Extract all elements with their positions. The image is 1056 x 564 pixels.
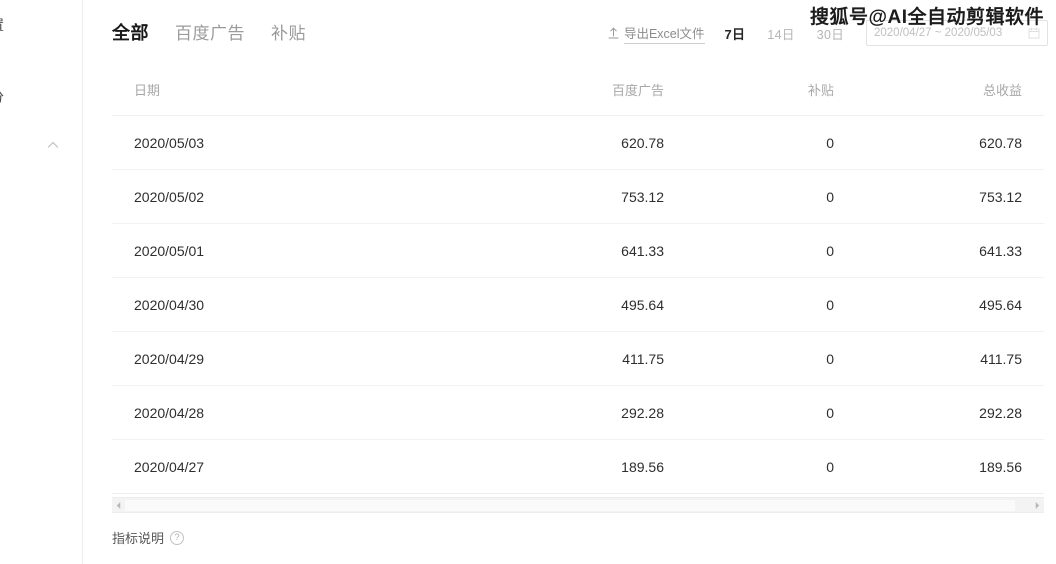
- sidebar-item-label: 号设置: [0, 17, 4, 33]
- cell-total-revenue: 641.33: [872, 224, 1044, 278]
- cell-total-revenue: 620.78: [872, 116, 1044, 170]
- cell-date: 2020/05/03: [112, 116, 452, 170]
- earnings-table-container: 日期 百度广告 补贴 总收益 2020/05/03620.780620.7820…: [112, 62, 1044, 494]
- scrollbar-thumb[interactable]: [125, 500, 1015, 511]
- date-range-picker[interactable]: 2020/04/27 ~ 2020/05/03: [866, 20, 1048, 46]
- cell-date: 2020/05/02: [112, 170, 452, 224]
- cell-baidu-ads: 753.12: [452, 170, 692, 224]
- table-head: 日期 百度广告 补贴 总收益: [112, 62, 1044, 116]
- table-body: 2020/05/03620.780620.782020/05/02753.120…: [112, 116, 1044, 494]
- calendar-icon: [1028, 27, 1040, 39]
- cell-baidu-ads: 189.56: [452, 440, 692, 494]
- cell-date: 2020/05/01: [112, 224, 452, 278]
- cell-baidu-ads: 620.78: [452, 116, 692, 170]
- sidebar-item-3[interactable]: 配置: [0, 177, 80, 195]
- tab-subsidy[interactable]: 补贴: [271, 19, 306, 44]
- cell-date: 2020/04/30: [112, 278, 452, 332]
- table-header-row: 日期 百度广告 补贴 总收益: [112, 62, 1044, 116]
- tab-bar: 全部 百度广告 补贴: [112, 19, 306, 45]
- cell-baidu-ads: 641.33: [452, 224, 692, 278]
- range-14-days[interactable]: 14日: [767, 24, 794, 43]
- cell-total-revenue: 495.64: [872, 278, 1044, 332]
- tab-all[interactable]: 全部: [112, 19, 149, 45]
- sidebar-item-0[interactable]: 号设置: [0, 16, 80, 34]
- horizontal-scrollbar[interactable]: [112, 497, 1044, 513]
- cell-subsidy: 0: [692, 170, 872, 224]
- earnings-table: 日期 百度广告 补贴 总收益 2020/05/03620.780620.7820…: [112, 62, 1044, 494]
- footer: 指标说明 ?: [112, 528, 184, 547]
- column-header-total-revenue[interactable]: 总收益: [872, 62, 1044, 116]
- cell-subsidy: 0: [692, 116, 872, 170]
- table-row: 2020/04/27189.560189.56: [112, 440, 1044, 494]
- cell-baidu-ads: 495.64: [452, 278, 692, 332]
- table-row: 2020/05/03620.780620.78: [112, 116, 1044, 170]
- table-row: 2020/04/29411.750411.75: [112, 332, 1044, 386]
- scroll-left-arrow-icon[interactable]: [112, 497, 125, 513]
- column-header-baidu-ads[interactable]: 百度广告: [452, 62, 692, 116]
- cell-total-revenue: 189.56: [872, 440, 1044, 494]
- cell-total-revenue: 753.12: [872, 170, 1044, 224]
- sidebar-item-2[interactable]: 信用分: [0, 88, 80, 106]
- cell-subsidy: 0: [692, 278, 872, 332]
- toolbar: 全部 百度广告 补贴 导出Excel文件 7日 14日 30日 2020/04/…: [84, 0, 1056, 62]
- column-header-date[interactable]: 日期: [112, 62, 452, 116]
- table-row: 2020/05/01641.330641.33: [112, 224, 1044, 278]
- cell-baidu-ads: 411.75: [452, 332, 692, 386]
- cell-total-revenue: 292.28: [872, 386, 1044, 440]
- sidebar: 号设置 收益 信用分 配置 工具: [0, 0, 83, 564]
- cell-subsidy: 0: [692, 440, 872, 494]
- cell-subsidy: 0: [692, 386, 872, 440]
- sidebar-item-label: 信用分: [0, 89, 4, 105]
- column-header-subsidy[interactable]: 补贴: [692, 62, 872, 116]
- table-row: 2020/04/28292.280292.28: [112, 386, 1044, 440]
- toolbar-actions: 导出Excel文件 7日 14日 30日 2020/04/27 ~ 2020/0…: [608, 20, 1048, 46]
- cell-date: 2020/04/27: [112, 440, 452, 494]
- sidebar-item-1[interactable]: 收益: [0, 53, 80, 71]
- metric-description-label: 指标说明: [112, 528, 164, 547]
- date-range-value: 2020/04/27 ~ 2020/05/03: [874, 27, 1002, 39]
- cell-subsidy: 0: [692, 332, 872, 386]
- cell-total-revenue: 411.75: [872, 332, 1044, 386]
- cell-date: 2020/04/29: [112, 332, 452, 386]
- scroll-right-arrow-icon[interactable]: [1031, 497, 1044, 513]
- chevron-up-icon[interactable]: [44, 136, 62, 154]
- upload-icon: [608, 27, 619, 39]
- export-excel-button[interactable]: 导出Excel文件: [608, 23, 705, 44]
- cell-date: 2020/04/28: [112, 386, 452, 440]
- cell-subsidy: 0: [692, 224, 872, 278]
- range-7-days[interactable]: 7日: [725, 24, 746, 43]
- tab-baidu-ads[interactable]: 百度广告: [175, 19, 245, 44]
- export-excel-label: 导出Excel文件: [624, 23, 705, 44]
- table-row: 2020/05/02753.120753.12: [112, 170, 1044, 224]
- sidebar-item-4[interactable]: 工具: [0, 211, 80, 229]
- range-30-days[interactable]: 30日: [817, 24, 844, 43]
- main-panel: 全部 百度广告 补贴 导出Excel文件 7日 14日 30日 2020/04/…: [84, 0, 1056, 564]
- question-mark-icon[interactable]: ?: [170, 531, 184, 545]
- cell-baidu-ads: 292.28: [452, 386, 692, 440]
- table-row: 2020/04/30495.640495.64: [112, 278, 1044, 332]
